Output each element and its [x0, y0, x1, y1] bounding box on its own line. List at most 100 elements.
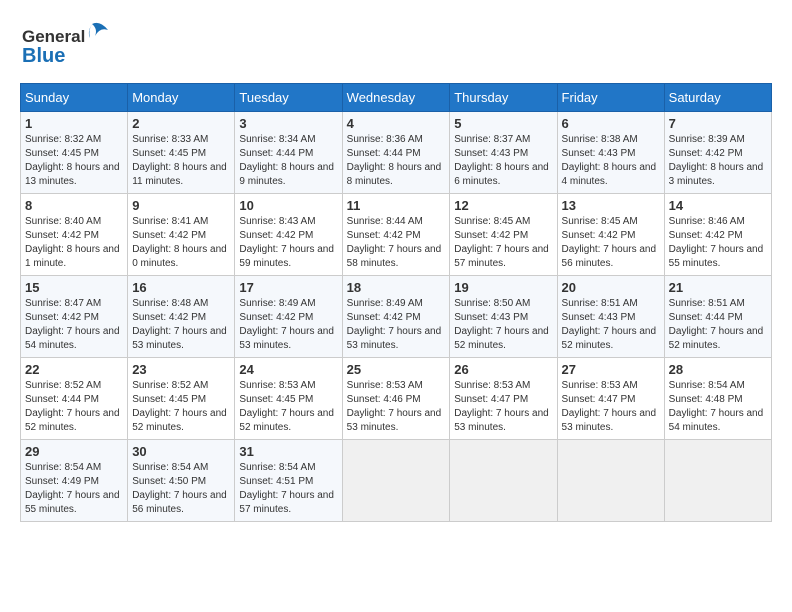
svg-text:General: General [22, 27, 85, 46]
page-header: General Blue [20, 20, 772, 75]
day-cell-12: 12 Sunrise: 8:45 AM Sunset: 4:42 PM Dayl… [450, 194, 557, 276]
empty-cell [342, 440, 450, 522]
svg-text:Blue: Blue [22, 45, 65, 67]
day-number: 12 [454, 198, 552, 213]
day-info: Sunrise: 8:50 AM Sunset: 4:43 PM Dayligh… [454, 297, 552, 353]
day-number: 21 [669, 280, 767, 295]
day-info: Sunrise: 8:44 AM Sunset: 4:42 PM Dayligh… [347, 215, 446, 271]
day-info: Sunrise: 8:37 AM Sunset: 4:43 PM Dayligh… [454, 133, 552, 189]
day-info: Sunrise: 8:54 AM Sunset: 4:48 PM Dayligh… [669, 379, 767, 435]
week-row-2: 8 Sunrise: 8:40 AM Sunset: 4:42 PM Dayli… [21, 194, 772, 276]
header-wednesday: Wednesday [342, 84, 450, 112]
day-info: Sunrise: 8:40 AM Sunset: 4:42 PM Dayligh… [25, 215, 123, 271]
day-cell-20: 20 Sunrise: 8:51 AM Sunset: 4:43 PM Dayl… [557, 276, 664, 358]
day-number: 9 [132, 198, 230, 213]
logo-svg: General Blue [20, 20, 110, 75]
day-number: 24 [239, 362, 337, 377]
day-info: Sunrise: 8:51 AM Sunset: 4:44 PM Dayligh… [669, 297, 767, 353]
day-info: Sunrise: 8:38 AM Sunset: 4:43 PM Dayligh… [562, 133, 660, 189]
day-cell-16: 16 Sunrise: 8:48 AM Sunset: 4:42 PM Dayl… [128, 276, 235, 358]
day-number: 26 [454, 362, 552, 377]
day-info: Sunrise: 8:43 AM Sunset: 4:42 PM Dayligh… [239, 215, 337, 271]
day-number: 31 [239, 444, 337, 459]
day-cell-24: 24 Sunrise: 8:53 AM Sunset: 4:45 PM Dayl… [235, 358, 342, 440]
day-number: 1 [25, 116, 123, 131]
day-number: 22 [25, 362, 123, 377]
empty-cell [450, 440, 557, 522]
day-cell-8: 8 Sunrise: 8:40 AM Sunset: 4:42 PM Dayli… [21, 194, 128, 276]
day-info: Sunrise: 8:54 AM Sunset: 4:50 PM Dayligh… [132, 461, 230, 517]
day-info: Sunrise: 8:45 AM Sunset: 4:42 PM Dayligh… [454, 215, 552, 271]
day-info: Sunrise: 8:46 AM Sunset: 4:42 PM Dayligh… [669, 215, 767, 271]
day-info: Sunrise: 8:53 AM Sunset: 4:46 PM Dayligh… [347, 379, 446, 435]
calendar-table: Sunday Monday Tuesday Wednesday Thursday… [20, 83, 772, 522]
weekday-header-row: Sunday Monday Tuesday Wednesday Thursday… [21, 84, 772, 112]
day-info: Sunrise: 8:41 AM Sunset: 4:42 PM Dayligh… [132, 215, 230, 271]
day-number: 19 [454, 280, 552, 295]
day-info: Sunrise: 8:51 AM Sunset: 4:43 PM Dayligh… [562, 297, 660, 353]
day-info: Sunrise: 8:49 AM Sunset: 4:42 PM Dayligh… [239, 297, 337, 353]
day-info: Sunrise: 8:48 AM Sunset: 4:42 PM Dayligh… [132, 297, 230, 353]
week-row-1: 1 Sunrise: 8:32 AM Sunset: 4:45 PM Dayli… [21, 112, 772, 194]
day-info: Sunrise: 8:53 AM Sunset: 4:47 PM Dayligh… [562, 379, 660, 435]
day-number: 15 [25, 280, 123, 295]
day-info: Sunrise: 8:53 AM Sunset: 4:47 PM Dayligh… [454, 379, 552, 435]
day-cell-29: 29 Sunrise: 8:54 AM Sunset: 4:49 PM Dayl… [21, 440, 128, 522]
day-info: Sunrise: 8:52 AM Sunset: 4:44 PM Dayligh… [25, 379, 123, 435]
day-info: Sunrise: 8:47 AM Sunset: 4:42 PM Dayligh… [25, 297, 123, 353]
day-number: 10 [239, 198, 337, 213]
header-sunday: Sunday [21, 84, 128, 112]
day-cell-9: 9 Sunrise: 8:41 AM Sunset: 4:42 PM Dayli… [128, 194, 235, 276]
day-cell-22: 22 Sunrise: 8:52 AM Sunset: 4:44 PM Dayl… [21, 358, 128, 440]
day-cell-30: 30 Sunrise: 8:54 AM Sunset: 4:50 PM Dayl… [128, 440, 235, 522]
day-cell-31: 31 Sunrise: 8:54 AM Sunset: 4:51 PM Dayl… [235, 440, 342, 522]
day-number: 17 [239, 280, 337, 295]
day-number: 29 [25, 444, 123, 459]
day-number: 16 [132, 280, 230, 295]
day-info: Sunrise: 8:33 AM Sunset: 4:45 PM Dayligh… [132, 133, 230, 189]
header-monday: Monday [128, 84, 235, 112]
week-row-4: 22 Sunrise: 8:52 AM Sunset: 4:44 PM Dayl… [21, 358, 772, 440]
day-number: 13 [562, 198, 660, 213]
day-cell-2: 2 Sunrise: 8:33 AM Sunset: 4:45 PM Dayli… [128, 112, 235, 194]
logo: General Blue [20, 20, 110, 75]
day-cell-6: 6 Sunrise: 8:38 AM Sunset: 4:43 PM Dayli… [557, 112, 664, 194]
day-info: Sunrise: 8:34 AM Sunset: 4:44 PM Dayligh… [239, 133, 337, 189]
day-cell-4: 4 Sunrise: 8:36 AM Sunset: 4:44 PM Dayli… [342, 112, 450, 194]
day-number: 18 [347, 280, 446, 295]
day-number: 27 [562, 362, 660, 377]
day-info: Sunrise: 8:54 AM Sunset: 4:51 PM Dayligh… [239, 461, 337, 517]
day-info: Sunrise: 8:32 AM Sunset: 4:45 PM Dayligh… [25, 133, 123, 189]
day-info: Sunrise: 8:49 AM Sunset: 4:42 PM Dayligh… [347, 297, 446, 353]
day-info: Sunrise: 8:39 AM Sunset: 4:42 PM Dayligh… [669, 133, 767, 189]
day-number: 23 [132, 362, 230, 377]
day-number: 11 [347, 198, 446, 213]
day-number: 14 [669, 198, 767, 213]
day-number: 5 [454, 116, 552, 131]
day-number: 20 [562, 280, 660, 295]
day-cell-1: 1 Sunrise: 8:32 AM Sunset: 4:45 PM Dayli… [21, 112, 128, 194]
header-tuesday: Tuesday [235, 84, 342, 112]
day-cell-27: 27 Sunrise: 8:53 AM Sunset: 4:47 PM Dayl… [557, 358, 664, 440]
day-cell-19: 19 Sunrise: 8:50 AM Sunset: 4:43 PM Dayl… [450, 276, 557, 358]
day-number: 6 [562, 116, 660, 131]
day-cell-23: 23 Sunrise: 8:52 AM Sunset: 4:45 PM Dayl… [128, 358, 235, 440]
day-number: 28 [669, 362, 767, 377]
day-cell-15: 15 Sunrise: 8:47 AM Sunset: 4:42 PM Dayl… [21, 276, 128, 358]
day-number: 2 [132, 116, 230, 131]
header-saturday: Saturday [664, 84, 771, 112]
day-cell-3: 3 Sunrise: 8:34 AM Sunset: 4:44 PM Dayli… [235, 112, 342, 194]
header-thursday: Thursday [450, 84, 557, 112]
day-cell-5: 5 Sunrise: 8:37 AM Sunset: 4:43 PM Dayli… [450, 112, 557, 194]
day-cell-17: 17 Sunrise: 8:49 AM Sunset: 4:42 PM Dayl… [235, 276, 342, 358]
day-number: 30 [132, 444, 230, 459]
day-cell-11: 11 Sunrise: 8:44 AM Sunset: 4:42 PM Dayl… [342, 194, 450, 276]
day-info: Sunrise: 8:53 AM Sunset: 4:45 PM Dayligh… [239, 379, 337, 435]
day-cell-28: 28 Sunrise: 8:54 AM Sunset: 4:48 PM Dayl… [664, 358, 771, 440]
header-friday: Friday [557, 84, 664, 112]
day-number: 4 [347, 116, 446, 131]
day-info: Sunrise: 8:52 AM Sunset: 4:45 PM Dayligh… [132, 379, 230, 435]
empty-cell [664, 440, 771, 522]
empty-cell [557, 440, 664, 522]
day-cell-26: 26 Sunrise: 8:53 AM Sunset: 4:47 PM Dayl… [450, 358, 557, 440]
